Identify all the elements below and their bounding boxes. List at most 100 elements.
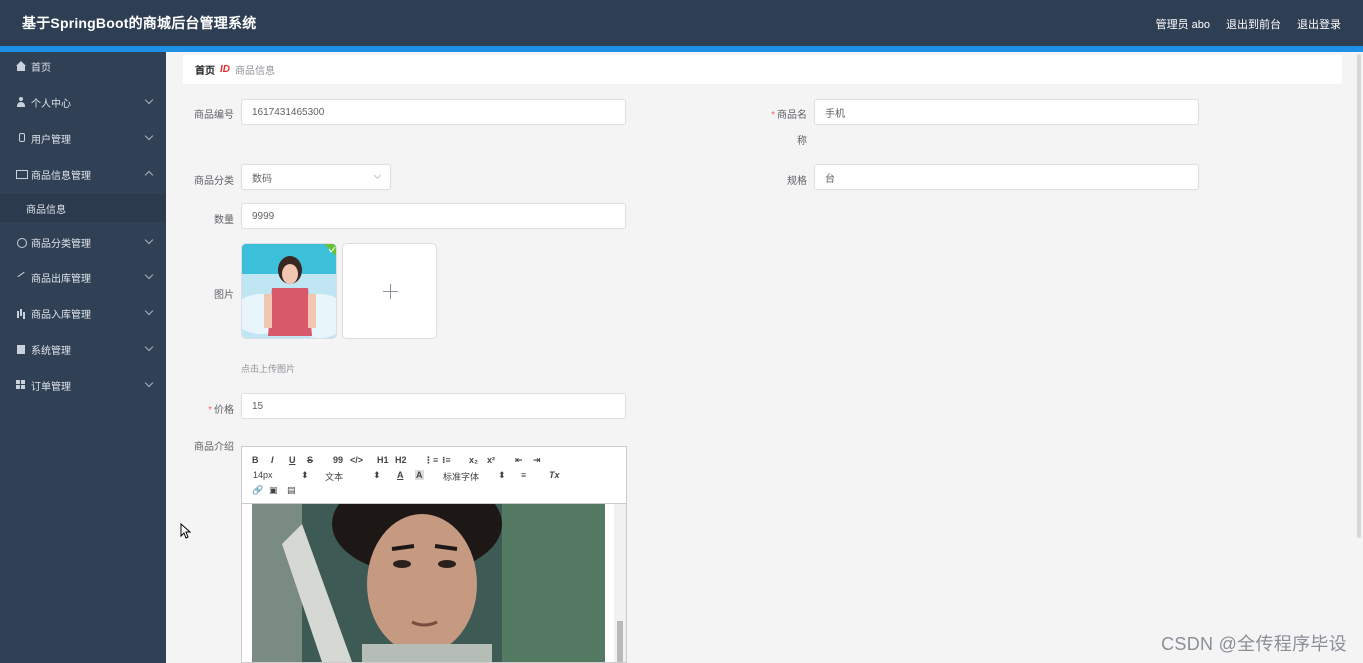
blockquote-button[interactable]: 99 bbox=[333, 455, 343, 465]
chevron-down-icon bbox=[144, 270, 154, 280]
spec-input[interactable]: 台 bbox=[814, 164, 1199, 190]
category-label: 商品分类 bbox=[194, 176, 234, 187]
watermark: CSDN @全传程序毕设 bbox=[1161, 634, 1347, 654]
chevron-up-icon bbox=[144, 170, 154, 180]
page-scrollbar-thumb[interactable] bbox=[1357, 54, 1361, 538]
link-icon[interactable]: 🔗 bbox=[252, 485, 263, 496]
breadcrumb-current: 商品信息 bbox=[235, 66, 275, 77]
header-actions: 管理员 abo 退出到前台 退出登录 bbox=[1156, 16, 1341, 32]
quantity-input[interactable]: 9999 bbox=[241, 203, 626, 229]
video-icon[interactable]: ▤ bbox=[287, 485, 296, 496]
sidebar-item-category-mgmt[interactable]: 商品分类管理 bbox=[0, 228, 166, 256]
category-select[interactable]: 数码 bbox=[241, 164, 391, 190]
text-color-button[interactable]: A bbox=[397, 470, 404, 480]
sidebar-subitem-product-info[interactable]: 商品信息 bbox=[0, 194, 166, 222]
font-size-select[interactable]: 14px bbox=[253, 470, 273, 480]
product-name-input[interactable]: 手机 bbox=[814, 99, 1199, 125]
chevron-updown-icon: ⬍ bbox=[301, 470, 309, 480]
rich-text-editor[interactable]: B I U S 99 </> H1 H2 ⋮≡ ⁝≡ x₂ x² ⇤ ⇥ 14p… bbox=[241, 446, 627, 663]
user-icon bbox=[16, 97, 26, 107]
clear-format-button[interactable]: Tx bbox=[549, 470, 560, 480]
sidebar-item-label: 商品分类管理 bbox=[31, 238, 91, 250]
align-button[interactable]: ≡ bbox=[521, 470, 526, 480]
accent-bar bbox=[0, 46, 1363, 52]
product-name-label: * 商品名 bbox=[771, 110, 807, 121]
sidebar-item-users[interactable]: 用户管理 bbox=[0, 124, 166, 152]
sidebar-item-label: 首页 bbox=[31, 62, 51, 74]
outdent-button[interactable]: ⇤ bbox=[515, 455, 523, 466]
product-code-input[interactable]: 1617431465300 bbox=[241, 99, 626, 125]
chevron-down-icon bbox=[144, 378, 154, 388]
power-icon bbox=[16, 237, 27, 248]
bar-chart-icon bbox=[16, 308, 26, 318]
chevron-down-icon bbox=[144, 342, 154, 352]
sidebar-item-inbound-mgmt[interactable]: 商品入库管理 bbox=[0, 299, 166, 327]
background-color-button[interactable]: A bbox=[415, 470, 424, 480]
send-icon bbox=[16, 272, 26, 282]
strike-button[interactable]: S bbox=[307, 455, 313, 465]
grid-icon bbox=[16, 380, 26, 390]
editor-content[interactable] bbox=[242, 504, 626, 662]
clipboard-icon bbox=[16, 344, 26, 354]
screen-icon bbox=[16, 169, 28, 179]
editor-embedded-image bbox=[242, 504, 614, 662]
font-family-select[interactable]: 标准字体 bbox=[443, 470, 479, 483]
back-to-front-link[interactable]: 退出到前台 bbox=[1226, 16, 1281, 32]
ordered-list-button[interactable]: ⋮≡ bbox=[424, 455, 438, 466]
sidebar-item-label: 商品信息 bbox=[26, 204, 66, 216]
app-title: 基于SpringBoot的商城后台管理系统 bbox=[22, 15, 257, 31]
sidebar-item-label: 订单管理 bbox=[31, 381, 71, 393]
bold-button[interactable]: B bbox=[252, 455, 259, 465]
subscript-button[interactable]: x₂ bbox=[469, 455, 478, 465]
price-value: 15 bbox=[252, 400, 264, 412]
h1-button[interactable]: H1 bbox=[377, 455, 389, 465]
image-icon[interactable]: ▣ bbox=[269, 485, 278, 496]
uploaded-image-thumbnail[interactable] bbox=[241, 243, 337, 339]
bullet-list-button[interactable]: ⁝≡ bbox=[442, 455, 451, 466]
sidebar-item-system-mgmt[interactable]: 系统管理 bbox=[0, 335, 166, 363]
indent-button[interactable]: ⇥ bbox=[533, 455, 541, 466]
sidebar-item-outbound-mgmt[interactable]: 商品出库管理 bbox=[0, 263, 166, 291]
editor-scrollbar[interactable] bbox=[614, 504, 626, 662]
price-input[interactable]: 15 bbox=[241, 393, 626, 419]
h2-button[interactable]: H2 bbox=[395, 455, 407, 465]
sidebar-item-label: 系统管理 bbox=[31, 345, 71, 357]
sidebar-item-profile[interactable]: 个人中心 bbox=[0, 88, 166, 116]
code-block-button[interactable]: </> bbox=[350, 455, 363, 465]
breadcrumb: 首页 ID 商品信息 bbox=[183, 55, 1342, 84]
mouse-cursor-icon bbox=[180, 523, 192, 539]
breadcrumb-home[interactable]: 首页 bbox=[195, 62, 215, 77]
top-header: 基于SpringBoot的商城后台管理系统 管理员 abo 退出到前台 退出登录 bbox=[0, 0, 1363, 46]
editor-toolbar: B I U S 99 </> H1 H2 ⋮≡ ⁝≡ x₂ x² ⇤ ⇥ 14p… bbox=[242, 447, 626, 504]
mic-icon bbox=[16, 133, 26, 143]
spec-value: 台 bbox=[825, 173, 835, 185]
page-scrollbar[interactable] bbox=[1355, 52, 1363, 663]
text-format-select[interactable]: 文本 bbox=[325, 470, 343, 483]
chevron-down-icon bbox=[144, 95, 154, 105]
sidebar-item-home[interactable]: 首页 bbox=[0, 52, 166, 80]
sidebar-item-order-mgmt[interactable]: 订单管理 bbox=[0, 371, 166, 399]
chevron-down-icon bbox=[144, 306, 154, 316]
upload-tip: 点击上传图片 bbox=[241, 364, 296, 374]
superscript-button[interactable]: x² bbox=[487, 455, 495, 465]
price-label: * 价格 bbox=[208, 405, 234, 416]
chevron-updown-icon: ⬍ bbox=[373, 470, 381, 480]
quantity-label: 数量 bbox=[214, 215, 234, 226]
category-value: 数码 bbox=[252, 173, 272, 185]
quantity-value: 9999 bbox=[252, 210, 275, 222]
chevron-down-icon bbox=[144, 235, 154, 245]
sidebar-item-label: 个人中心 bbox=[31, 98, 71, 110]
sidebar-item-product-info-mgmt[interactable]: 商品信息管理 bbox=[0, 160, 166, 188]
sidebar-item-label: 用户管理 bbox=[31, 134, 71, 146]
chevron-down-icon bbox=[144, 131, 154, 141]
product-name-value: 手机 bbox=[825, 108, 845, 120]
upload-image-button[interactable] bbox=[342, 243, 437, 339]
sidebar-item-label: 商品信息管理 bbox=[31, 170, 91, 182]
intro-label: 商品介绍 bbox=[194, 442, 234, 453]
sidebar-item-label: 商品出库管理 bbox=[31, 273, 91, 285]
italic-button[interactable]: I bbox=[271, 455, 274, 465]
product-code-value: 1617431465300 bbox=[252, 106, 325, 118]
underline-button[interactable]: U bbox=[289, 455, 296, 465]
home-icon bbox=[16, 61, 26, 71]
logout-link[interactable]: 退出登录 bbox=[1297, 16, 1341, 32]
